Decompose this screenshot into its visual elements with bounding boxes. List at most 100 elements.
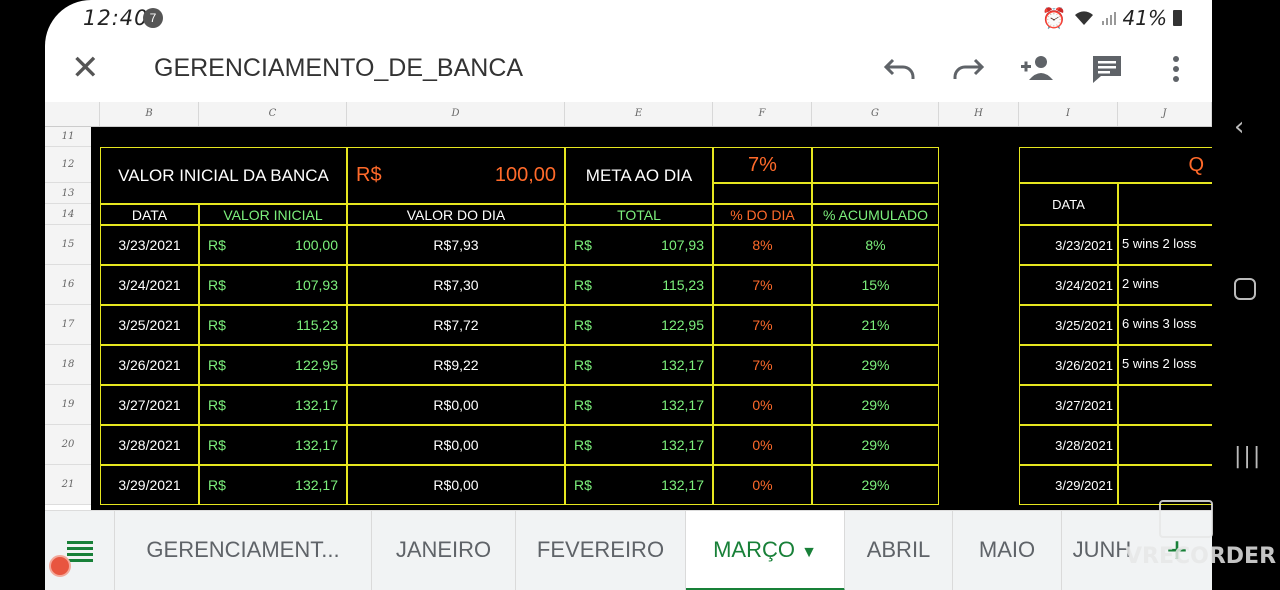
cell-date[interactable]: 3/29/2021 [100,465,199,505]
tab-marco[interactable]: MARÇO ▼ [686,511,845,590]
cell-valor-dia[interactable]: R$0,00 [347,465,565,505]
empty-cell[interactable] [812,183,939,204]
meta-label[interactable]: META AO DIA [565,147,713,204]
row-header[interactable]: 18 [45,345,91,385]
meta-value[interactable]: 7% [713,147,812,183]
more-vert-icon[interactable] [1169,54,1183,84]
cell-date[interactable]: 3/28/2021 [100,425,199,465]
cell-total[interactable]: R$ 122,95 [565,305,713,345]
cell-date[interactable]: 3/27/2021 [100,385,199,425]
cell-date[interactable]: 3/23/2021 [100,225,199,265]
cell-pct-acum[interactable]: 8% [812,225,939,265]
undo-icon[interactable] [883,56,917,82]
row-header[interactable]: 14 [45,204,91,225]
header-pct-dia[interactable]: % DO DIA [713,204,812,225]
row-header[interactable]: 21 [45,465,91,505]
column-header[interactable]: E [565,102,713,126]
cell-total[interactable]: R$ 107,93 [565,225,713,265]
cell-valor-inicial[interactable]: R$ 132,17 [199,425,347,465]
empty-cell[interactable] [1118,183,1212,225]
home-icon[interactable] [1234,278,1256,300]
row-header[interactable]: 15 [45,225,91,265]
tab-abril[interactable]: ABRIL [845,511,953,590]
side-cell-note[interactable]: 5 wins 2 loss [1118,225,1212,265]
side-cell-note[interactable] [1118,425,1212,465]
header-valor-inicial[interactable]: VALOR INICIAL [199,204,347,225]
cell-pct-dia[interactable]: 7% [713,265,812,305]
side-cell-note[interactable] [1118,385,1212,425]
header-pct-acum[interactable]: % ACUMULADO [812,204,939,225]
corner-cell[interactable] [45,102,100,126]
side-cell-date[interactable]: 3/29/2021 [1019,465,1118,505]
side-header[interactable]: Q [1019,147,1212,183]
cell-valor-inicial[interactable]: R$ 107,93 [199,265,347,305]
redo-icon[interactable] [951,56,985,82]
cell-valor-inicial[interactable]: R$ 122,95 [199,345,347,385]
tab-janeiro[interactable]: JANEIRO [372,511,516,590]
tab-fevereiro[interactable]: FEVEREIRO [516,511,686,590]
row-header[interactable]: 19 [45,385,91,425]
cell-pct-dia[interactable]: 8% [713,225,812,265]
tab-maio[interactable]: MAIO [953,511,1062,590]
header-data[interactable]: DATA [100,204,199,225]
cell-total[interactable]: R$ 132,17 [565,345,713,385]
side-header-data[interactable]: DATA [1019,183,1118,225]
header-valor-dia[interactable]: VALOR DO DIA [347,204,565,225]
side-cell-date[interactable]: 3/23/2021 [1019,225,1118,265]
side-cell-date[interactable]: 3/24/2021 [1019,265,1118,305]
add-person-icon[interactable] [1019,54,1055,82]
side-cell-date[interactable]: 3/27/2021 [1019,385,1118,425]
cell-valor-inicial[interactable]: R$ 100,00 [199,225,347,265]
column-header[interactable]: H [939,102,1019,126]
all-sheets-button[interactable] [45,511,115,590]
cell-pct-acum[interactable]: 15% [812,265,939,305]
cell-pct-acum[interactable]: 29% [812,345,939,385]
cell-date[interactable]: 3/24/2021 [100,265,199,305]
cell-valor-dia[interactable]: R$0,00 [347,385,565,425]
row-header[interactable]: 16 [45,265,91,305]
row-header[interactable]: 17 [45,305,91,345]
empty-cell[interactable] [812,147,939,183]
empty-cell[interactable] [713,183,812,204]
side-cell-date[interactable]: 3/26/2021 [1019,345,1118,385]
cell-pct-acum[interactable]: 29% [812,385,939,425]
summary-label[interactable]: VALOR INICIAL DA BANCA [100,147,347,204]
column-header[interactable]: G [812,102,939,126]
summary-amount-cell[interactable]: R$ 100,00 [347,147,565,204]
cell-pct-dia[interactable]: 7% [713,305,812,345]
column-header[interactable]: J [1118,102,1212,126]
cell-valor-inicial[interactable]: R$ 115,23 [199,305,347,345]
row-header[interactable]: 13 [45,183,91,204]
header-total[interactable]: TOTAL [565,204,713,225]
cell-valor-dia[interactable]: R$7,72 [347,305,565,345]
cell-pct-acum[interactable]: 29% [812,465,939,505]
cell-valor-inicial[interactable]: R$ 132,17 [199,385,347,425]
side-cell-date[interactable]: 3/25/2021 [1019,305,1118,345]
recents-icon[interactable]: ||| [1234,444,1262,469]
row-header[interactable]: 11 [45,127,91,147]
side-cell-note[interactable]: 2 wins [1118,265,1212,305]
cell-pct-acum[interactable]: 29% [812,425,939,465]
cell-date[interactable]: 3/25/2021 [100,305,199,345]
cell-valor-dia[interactable]: R$7,30 [347,265,565,305]
cell-total[interactable]: R$ 132,17 [565,465,713,505]
back-icon[interactable]: ‹ [1234,112,1244,142]
cell-valor-inicial[interactable]: R$ 132,17 [199,465,347,505]
row-header[interactable]: 20 [45,425,91,465]
side-cell-date[interactable]: 3/28/2021 [1019,425,1118,465]
cell-valor-dia[interactable]: R$7,93 [347,225,565,265]
cell-pct-dia[interactable]: 0% [713,385,812,425]
cell-total[interactable]: R$ 132,17 [565,385,713,425]
cell-valor-dia[interactable]: R$9,22 [347,345,565,385]
cell-date[interactable]: 3/26/2021 [100,345,199,385]
column-header[interactable]: I [1019,102,1118,126]
cell-pct-dia[interactable]: 0% [713,465,812,505]
column-header[interactable]: F [713,102,812,126]
row-header[interactable]: 12 [45,147,91,183]
column-header[interactable]: C [199,102,347,126]
cell-total[interactable]: R$ 132,17 [565,425,713,465]
cell-total[interactable]: R$ 115,23 [565,265,713,305]
cell-valor-dia[interactable]: R$0,00 [347,425,565,465]
cell-pct-dia[interactable]: 7% [713,345,812,385]
cell-pct-dia[interactable]: 0% [713,425,812,465]
